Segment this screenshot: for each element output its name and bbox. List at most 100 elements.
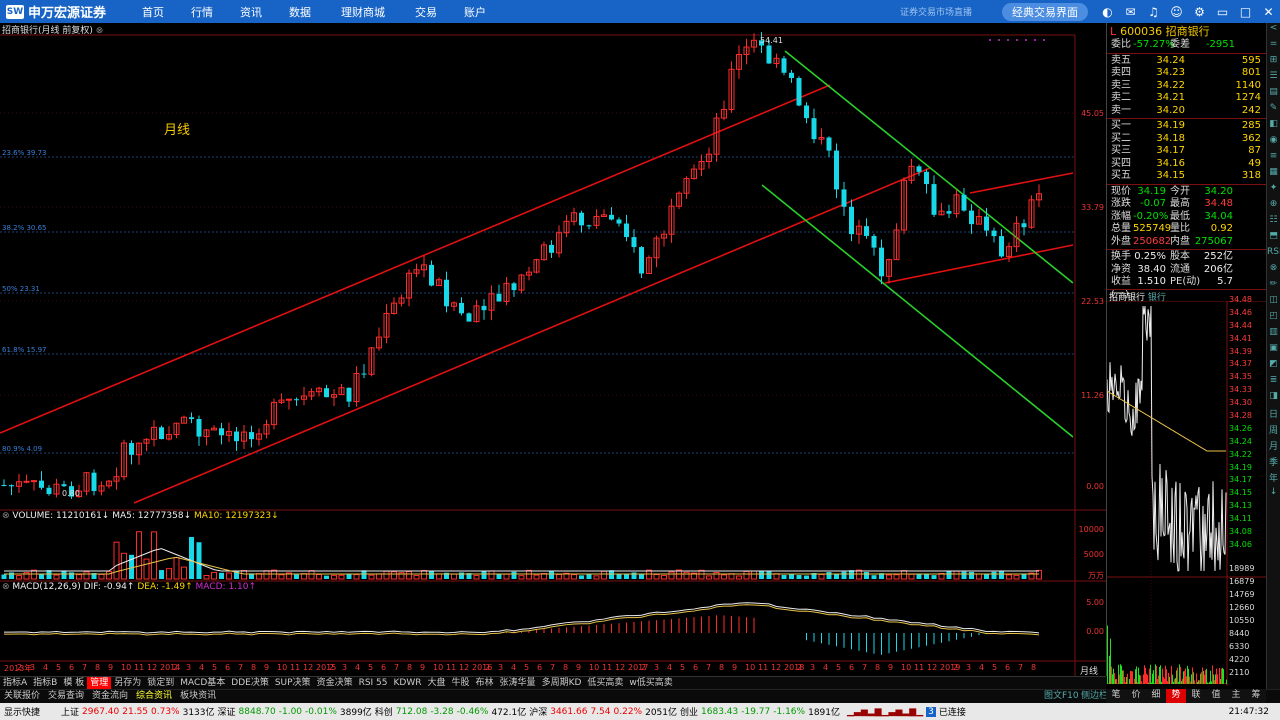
hs-index-label[interactable]: 沪深: [529, 705, 547, 718]
info-tab[interactable]: 关联报价: [0, 690, 44, 703]
sz-index-label[interactable]: 深证: [218, 705, 236, 718]
sidebar-tool-icon[interactable]: ◧: [1267, 119, 1280, 135]
sidebar-tool-icon[interactable]: ▣: [1267, 343, 1280, 359]
top-ad-text[interactable]: 证券交易市场直播: [900, 5, 972, 18]
quick-display-toggle[interactable]: 显示快捷: [4, 705, 40, 718]
indicator-tab[interactable]: 另存为: [111, 677, 144, 689]
indicator-tab[interactable]: 布林: [473, 677, 497, 689]
quote-view-tab[interactable]: 值: [1206, 689, 1226, 703]
info-tab[interactable]: 资金流向: [88, 690, 132, 703]
sidebar-tool-icon[interactable]: ⊞: [1267, 55, 1280, 71]
sidebar-tool-icon[interactable]: ◩: [1267, 359, 1280, 375]
quote-view-tab[interactable]: 笔: [1106, 689, 1126, 703]
indicator-tab[interactable]: 多周期KD: [539, 677, 585, 689]
quote-view-tab[interactable]: 主: [1226, 689, 1246, 703]
sidebar-tool-icon[interactable]: ◰: [1267, 311, 1280, 327]
sidebar-tool-icon[interactable]: 季: [1267, 455, 1280, 471]
sidebar-tool-icon[interactable]: =: [1267, 39, 1280, 55]
headset-icon[interactable]: ♫: [1142, 5, 1165, 19]
broker-logo[interactable]: SW 申万宏源证券: [0, 0, 118, 23]
asks-row[interactable]: 卖二 34.21 1274: [1107, 92, 1267, 105]
bids-row[interactable]: 买三 34.17 87: [1107, 145, 1267, 158]
info-tab[interactable]: 板块资讯: [176, 690, 220, 703]
sidebar-tool-icon[interactable]: 日: [1267, 407, 1280, 423]
message-icon[interactable]: ✉: [1119, 5, 1142, 19]
info-tab[interactable]: 交易查询: [44, 690, 88, 703]
sidebar-tool-icon[interactable]: ☷: [1267, 215, 1280, 231]
asks-row[interactable]: 卖五 34.24 595: [1107, 55, 1267, 68]
kline-chart-area[interactable]: 招商银行(月线 前复权) ⊗ 月线 54.41 0.80 23.6% 39.73…: [0, 23, 1106, 677]
user-icon[interactable]: ☺: [1165, 5, 1188, 19]
minimize-icon[interactable]: ▭: [1211, 5, 1234, 19]
asks-row[interactable]: 卖一 34.20 242: [1107, 105, 1267, 118]
sidebar-tool-icon[interactable]: ✎: [1267, 103, 1280, 119]
info-tab[interactable]: 综合资讯: [132, 690, 176, 703]
sidebar-tool-icon[interactable]: <: [1267, 23, 1280, 39]
indicator-tab[interactable]: 锁定到: [144, 677, 177, 689]
sidebar-tool-icon[interactable]: ≣: [1267, 375, 1280, 391]
sidebar-tool-icon[interactable]: ◫: [1267, 295, 1280, 311]
indicator-tab[interactable]: 模 板: [60, 677, 87, 689]
sidebar-tool-icon[interactable]: RSI: [1267, 247, 1280, 263]
bids-row[interactable]: 买四 34.16 49: [1107, 158, 1267, 171]
candle-body: [429, 264, 434, 286]
quote-view-tab[interactable]: 价: [1126, 689, 1146, 703]
indicator-tab[interactable]: 资金决策: [314, 677, 356, 689]
close-icon[interactable]: ✕: [1257, 5, 1280, 19]
nav-trade[interactable]: 交易: [412, 4, 440, 20]
sidebar-tool-icon[interactable]: 周: [1267, 423, 1280, 439]
indicator-tab[interactable]: KDWR: [391, 677, 425, 689]
indicator-tab[interactable]: w低买高卖: [626, 677, 675, 689]
nav-wealth-mall[interactable]: 理财商城: [335, 4, 391, 20]
sidebar-tool-icon[interactable]: ▤: [1267, 87, 1280, 103]
kc-index-label[interactable]: 科创: [375, 705, 393, 718]
cy-index-label[interactable]: 创业: [680, 705, 698, 718]
sidebar-tool-icon[interactable]: 年: [1267, 471, 1280, 487]
classic-trade-button[interactable]: 经典交易界面: [1002, 2, 1088, 21]
candle-body: [781, 58, 787, 73]
nav-home[interactable]: 首页: [139, 4, 167, 20]
indicator-tab[interactable]: 低买高卖: [584, 677, 626, 689]
sidebar-tool-icon[interactable]: ✏: [1267, 279, 1280, 295]
sidebar-tool-icon[interactable]: ◉: [1267, 135, 1280, 151]
sh-index-label[interactable]: 上证: [61, 705, 79, 718]
indicator-tab[interactable]: 张涛华量: [497, 677, 539, 689]
sidebar-tool-icon[interactable]: ▥: [1267, 327, 1280, 343]
sidebar-tool-icon[interactable]: ☰: [1267, 71, 1280, 87]
sidebar-tool-icon[interactable]: ↓: [1267, 487, 1280, 503]
bids-row[interactable]: 买五 34.15 318: [1107, 170, 1267, 183]
indicator-tab[interactable]: RSI 55: [356, 677, 391, 689]
nav-account[interactable]: 账户: [461, 4, 489, 20]
bids-row[interactable]: 买二 34.18 362: [1107, 133, 1267, 146]
quote-view-tab[interactable]: 筹: [1246, 689, 1266, 703]
indicator-tab[interactable]: SUP决策: [272, 677, 314, 689]
settings-icon[interactable]: ⚙: [1188, 5, 1211, 19]
nav-news[interactable]: 资讯: [237, 4, 265, 20]
sidebar-tool-icon[interactable]: ≡: [1267, 151, 1280, 167]
sidebar-tool-icon[interactable]: ▦: [1267, 167, 1280, 183]
quote-view-tab[interactable]: 联: [1186, 689, 1206, 703]
quote-view-tab[interactable]: 细: [1146, 689, 1166, 703]
sidebar-tool-icon[interactable]: ⊕: [1267, 199, 1280, 215]
indicator-tab[interactable]: 指标A: [0, 677, 30, 689]
indicator-tab[interactable]: MACD基本: [177, 677, 228, 689]
sidebar-tool-icon[interactable]: ◨: [1267, 391, 1280, 407]
indicator-tab[interactable]: 指标B: [30, 677, 60, 689]
sidebar-tool-icon[interactable]: ✦: [1267, 183, 1280, 199]
intraday-price-tick: 34.30: [1229, 398, 1252, 408]
asks-row[interactable]: 卖四 34.23 801: [1107, 67, 1267, 80]
sidebar-tool-icon[interactable]: 月: [1267, 439, 1280, 455]
indicator-tab[interactable]: 牛股: [449, 677, 473, 689]
sidebar-tool-icon[interactable]: ⬒: [1267, 231, 1280, 247]
asks-row[interactable]: 卖三 34.22 1140: [1107, 80, 1267, 93]
indicator-tab[interactable]: DDE决策: [228, 677, 272, 689]
nav-data[interactable]: 数据: [286, 4, 314, 20]
indicator-tab[interactable]: 管理: [87, 677, 112, 689]
maximize-icon[interactable]: □: [1234, 5, 1257, 19]
bids-row[interactable]: 买一 34.19 285: [1107, 120, 1267, 133]
skin-icon[interactable]: ◐: [1096, 5, 1119, 19]
sidebar-tool-icon[interactable]: ⊗: [1267, 263, 1280, 279]
quote-view-tab[interactable]: 势: [1166, 689, 1186, 703]
nav-quotes[interactable]: 行情: [188, 4, 216, 20]
indicator-tab[interactable]: 大盘: [425, 677, 449, 689]
